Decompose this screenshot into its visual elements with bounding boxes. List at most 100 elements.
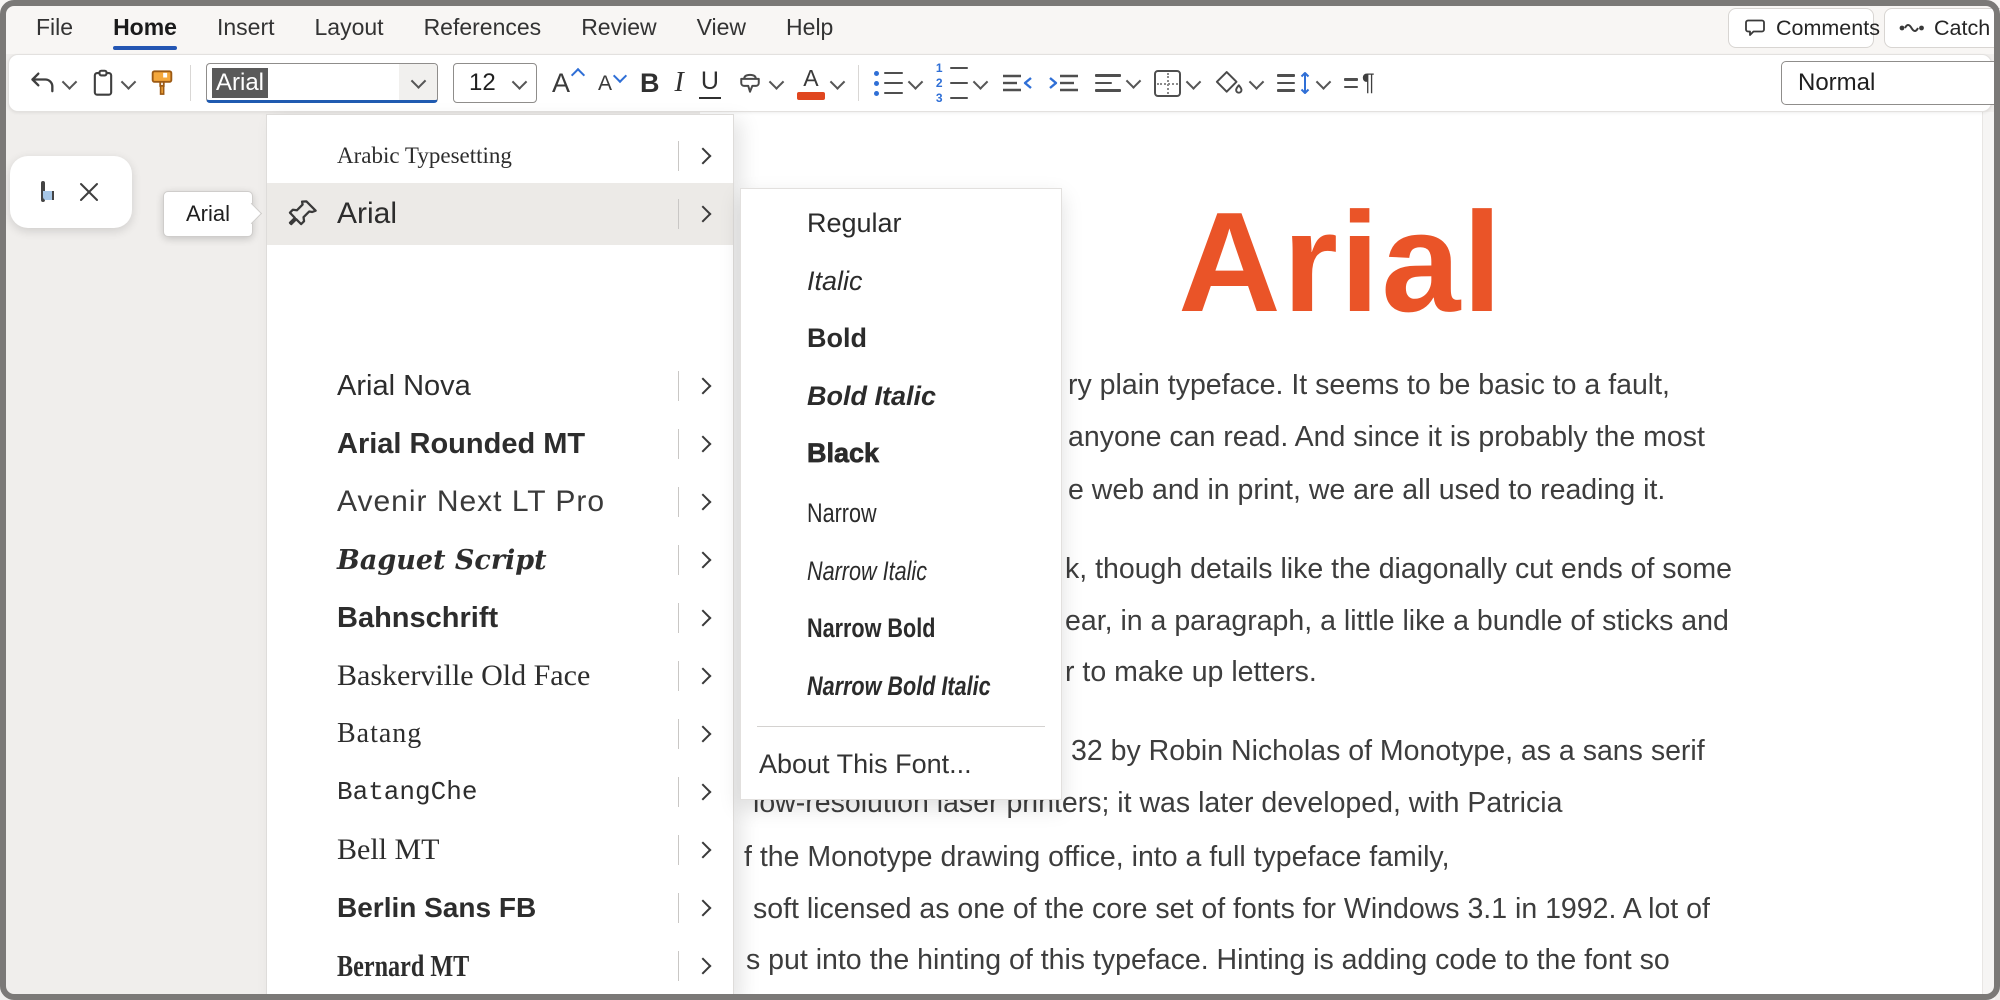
chevron-right-icon[interactable] [695, 958, 712, 975]
menu-tab-help[interactable]: Help [786, 0, 833, 54]
numbering-button[interactable]: 1 2 3 [936, 62, 986, 104]
format-painter-button[interactable] [149, 69, 175, 97]
style-item-bold-italic[interactable]: Bold Italic [741, 368, 1061, 424]
menu-tab-home[interactable]: Home [113, 0, 177, 54]
para-lines [1344, 78, 1358, 88]
bullets-button[interactable] [874, 71, 921, 96]
catch-up-button[interactable]: Catch [1884, 8, 2000, 48]
chevron-right-icon[interactable] [695, 668, 712, 685]
menu-tab-review[interactable]: Review [581, 0, 656, 54]
font-item-baguet-script[interactable]: Baguet Script [267, 531, 733, 589]
font-item-arial[interactable]: Arial [267, 183, 733, 245]
chevron-down-icon[interactable] [121, 74, 137, 90]
text-highlight-button[interactable] [736, 69, 782, 97]
line [1095, 82, 1112, 84]
chevron-right-icon[interactable] [695, 726, 712, 743]
paragraph-marks-button[interactable]: ¶ [1344, 71, 1375, 95]
menu-tab-file[interactable]: File [36, 0, 73, 54]
bullet-list-icon [874, 71, 903, 96]
bold-button[interactable]: B [640, 68, 660, 99]
style-selector[interactable]: Normal [1781, 61, 2000, 105]
italic-button[interactable]: I [675, 67, 684, 99]
font-item-arial-rounded-mt[interactable]: Arial Rounded MT [267, 415, 733, 473]
grow-font-button[interactable]: A [552, 70, 583, 97]
style-item-regular[interactable]: Regular [741, 195, 1061, 251]
number-glyph: 2 [936, 77, 945, 89]
style-item-bold[interactable]: Bold [741, 310, 1061, 366]
font-item-arabic-typesetting[interactable]: Arabic Typesetting [267, 127, 733, 185]
toolbar-divider [858, 65, 859, 101]
menu-tab-layout[interactable]: Layout [315, 0, 384, 54]
increase-indent-button[interactable] [1048, 71, 1080, 95]
chevron-right-icon[interactable] [695, 206, 712, 223]
chevron-down-icon[interactable] [1186, 74, 1202, 90]
style-item-narrow[interactable]: Narrow [741, 485, 1061, 541]
font-item-batangche[interactable]: BatangChe [267, 763, 733, 821]
close-button[interactable] [77, 180, 101, 204]
style-item-narrow-italic[interactable]: Narrow Italic [741, 543, 1061, 599]
chevron-down-icon[interactable] [1316, 74, 1332, 90]
font-item-bell-mt[interactable]: Bell MT [267, 821, 733, 879]
style-item-narrow-bold-italic[interactable]: Narrow Bold Italic [741, 658, 1061, 714]
font-name-dropdown-arrow[interactable] [399, 64, 437, 100]
style-item-black[interactable]: Black [741, 425, 1061, 481]
chevron-down-icon[interactable] [769, 74, 785, 90]
chevron-right-icon[interactable] [695, 148, 712, 165]
borders-button[interactable] [1154, 70, 1199, 97]
chevron-right-icon[interactable] [695, 784, 712, 801]
font-size-value[interactable]: 12 [469, 69, 496, 97]
font-color-button[interactable]: A [797, 67, 843, 100]
close-icon [77, 180, 101, 204]
about-this-font-item[interactable]: About This Font... [741, 738, 1061, 790]
toolbar-divider [190, 65, 191, 101]
chevron-right-icon[interactable] [695, 900, 712, 917]
line [884, 82, 903, 84]
style-item-narrow-bold[interactable]: Narrow Bold [741, 600, 1061, 656]
chevron-down-icon[interactable] [512, 74, 528, 90]
chevron-down-icon[interactable] [830, 74, 846, 90]
font-item-bierstadt[interactable]: Bierstadt [267, 995, 733, 1000]
chevron-right-icon[interactable] [695, 494, 712, 511]
font-name-value[interactable]: Arial [212, 68, 268, 98]
font-item-berlin-sans-fb[interactable]: Berlin Sans FB [267, 879, 733, 937]
chevron-right-icon[interactable] [695, 378, 712, 395]
menu-tab-label: References [424, 14, 542, 41]
chevron-down-icon[interactable] [908, 74, 924, 90]
comments-button[interactable]: Comments [1728, 8, 1874, 48]
menu-tab-insert[interactable]: Insert [217, 0, 275, 54]
paste-button[interactable] [90, 69, 134, 97]
chevron-down-icon[interactable] [973, 74, 989, 90]
chevron-down-icon[interactable] [62, 74, 78, 90]
line-spacing-button[interactable] [1277, 70, 1329, 96]
style-item-label: Black [807, 438, 879, 469]
navigation-pane-toggle[interactable] [41, 183, 45, 201]
shading-button[interactable] [1214, 69, 1262, 97]
font-item-baskerville-old-face[interactable]: Baskerville Old Face [267, 647, 733, 705]
chevron-right-icon[interactable] [695, 842, 712, 859]
chevron-down-icon[interactable] [1249, 74, 1265, 90]
font-item-avenir-next-lt-pro[interactable]: Avenir Next LT Pro [267, 473, 733, 531]
style-item-italic[interactable]: Italic [741, 253, 1061, 309]
font-size-combobox[interactable]: 12 [453, 63, 537, 103]
font-item-batang[interactable]: Batang [267, 705, 733, 763]
chevron-right-icon[interactable] [695, 552, 712, 569]
font-item-bernard-mt[interactable]: Bernard MT [267, 937, 733, 995]
chevron-right-icon[interactable] [695, 436, 712, 453]
menu-tab-references[interactable]: References [424, 0, 542, 54]
font-item-arial-nova[interactable]: Arial Nova [267, 357, 733, 415]
vertical-scrollbar[interactable] [1982, 112, 1995, 1000]
undo-button[interactable] [29, 70, 75, 96]
chevron-down-icon[interactable] [1126, 74, 1142, 90]
align-button[interactable] [1095, 74, 1139, 91]
chevron-right-icon[interactable] [695, 610, 712, 627]
row-divider [678, 777, 679, 807]
decrease-indent-button[interactable] [1001, 71, 1033, 95]
pilcrow-glyph: ¶ [1362, 71, 1375, 95]
bullet-dot [874, 81, 879, 86]
underline-button[interactable]: U [699, 67, 721, 99]
font-item-bahnschrift[interactable]: Bahnschrift [267, 589, 733, 647]
font-name-combobox[interactable]: Arial [206, 63, 438, 103]
font-tooltip: Arial [163, 191, 253, 237]
menu-tab-view[interactable]: View [697, 0, 746, 54]
shrink-font-button[interactable]: A [598, 73, 625, 94]
